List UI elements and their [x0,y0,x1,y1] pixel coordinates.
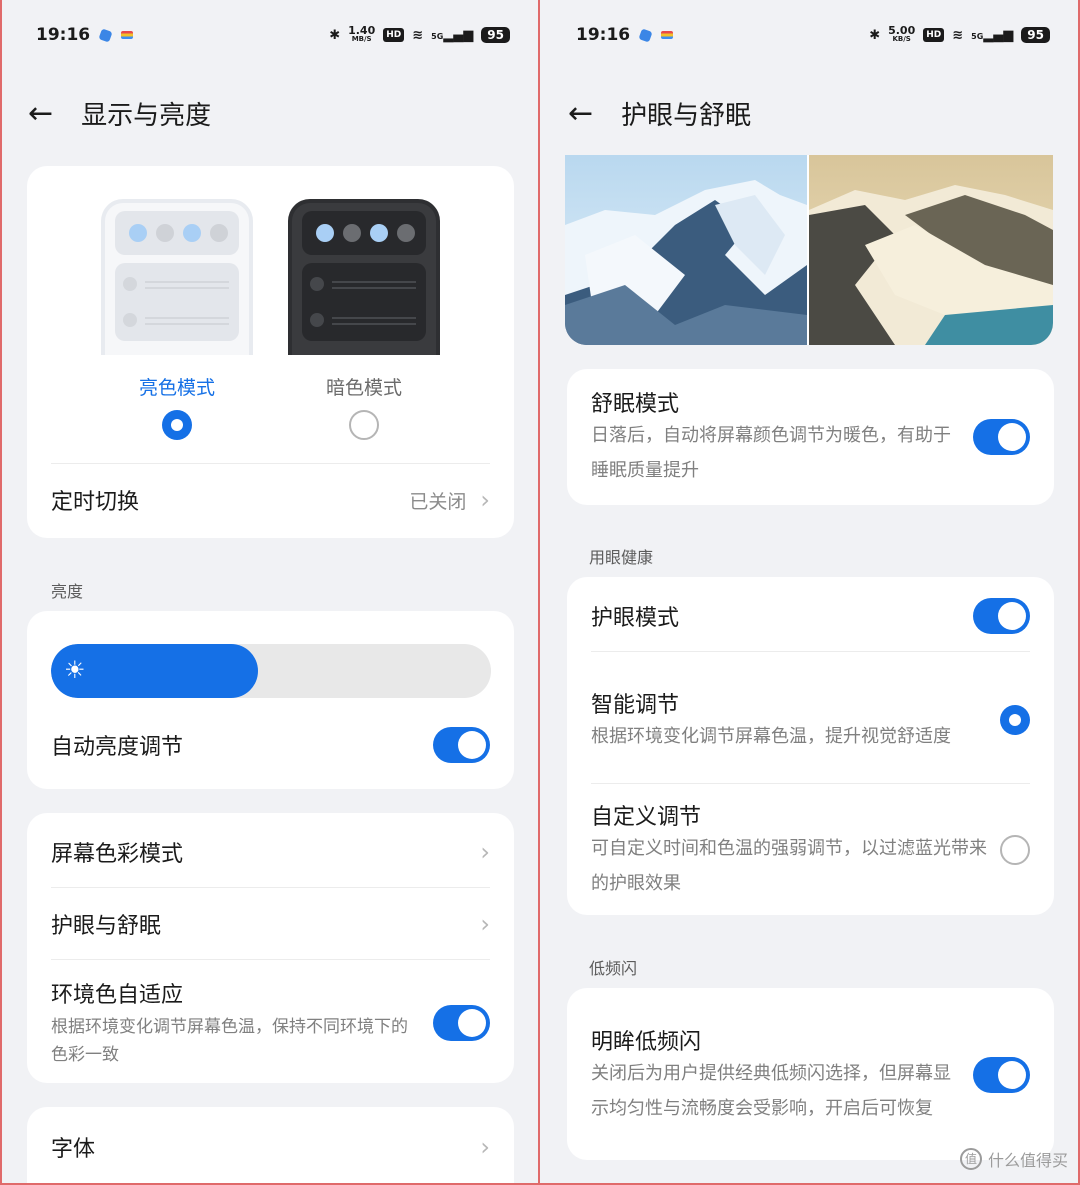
app-notification-icon [98,27,113,43]
frame-divider [538,0,540,1185]
display-brightness-screen: 19:16 ✱ 1.40MB/S HD ≋ 5G▂▄▆ 95 ← 显示与亮度 [0,0,540,1185]
flicker-card: 明眸低频闪 关闭后为用户提供经典低频闪选择，但屏幕显示均匀性与流畅度会受影响，开… [567,988,1054,1160]
signal-icon: 5G▂▄▆ [431,27,474,43]
color-temperature-preview-image [565,155,1053,345]
ambient-color-toggle[interactable] [433,1005,490,1041]
auto-brightness-sun-icon: ☀ [64,656,86,684]
net-speed: 1.40 MB/S [348,24,376,43]
light-mode-radio[interactable] [162,410,192,440]
theme-card: 亮色模式 暗色模式 定时切换 已关闭 › [27,166,514,538]
wifi-icon: ≋ [952,27,964,43]
battery-icon: 95 [1021,27,1050,43]
net-speed: 5.00 KB/S [888,24,916,43]
ambient-color-row: 环境色自适应 根据环境变化调节屏幕色温，保持不同环境下的色彩一致 [51,973,490,1073]
dark-mode-preview[interactable] [288,199,440,355]
app-notification-icon-2 [121,31,134,39]
dark-mode-label: 暗色模式 [325,377,402,399]
status-time: 19:16 [36,25,91,45]
font-card: 字体 › [27,1107,514,1185]
eye-health-card: 护眼模式 智能调节 根据环境变化调节屏幕色温，提升视觉舒适度 自定义调节 可自定… [567,577,1054,915]
watermark-text: 什么值得买 [987,1151,1068,1170]
screen-color-mode-label: 屏幕色彩模式 [51,842,184,867]
header: ← 护眼与舒眠 [568,95,751,132]
eye-comfort-screen: 19:16 ✱ 5.00KB/S HD ≋ 5G▂▄▆ 95 ← 护眼与舒眠 [540,0,1080,1185]
brightness-section-label: 亮度 [51,582,84,601]
sleep-mode-title: 舒眠模式 [591,392,680,417]
light-mode-label: 亮色模式 [138,377,215,399]
app-notification-icon-2 [661,31,674,39]
smart-adjust-title: 智能调节 [591,692,680,718]
custom-adjust-row[interactable]: 自定义调节 可自定义时间和色温的强弱调节，以过滤蓝光带来的护眼效果 [591,795,1030,905]
eye-mode-toggle[interactable] [973,598,1030,634]
eye-mode-label: 护眼模式 [591,606,680,631]
ambient-color-desc: 根据环境变化调节屏幕色温，保持不同环境下的色彩一致 [51,1017,408,1065]
screen-color-mode-row[interactable]: 屏幕色彩模式 › [51,817,490,887]
sleep-mode-card: 舒眠模式 日落后，自动将屏幕颜色调节为暖色，有助于睡眠质量提升 [567,369,1054,505]
sleep-mode-desc: 日落后，自动将屏幕颜色调节为暖色，有助于睡眠质量提升 [591,425,951,481]
custom-adjust-desc: 可自定义时间和色温的强弱调节，以过滤蓝光带来的护眼效果 [591,838,987,894]
chevron-right-icon: › [480,1133,490,1161]
watermark-logo-icon: 值 [959,1148,982,1170]
scheduled-switch-label: 定时切换 [51,490,140,515]
smart-adjust-row[interactable]: 智能调节 根据环境变化调节屏幕色温，提升视觉舒适度 [591,665,1030,775]
bluetooth-icon: ✱ [329,27,341,43]
custom-adjust-title: 自定义调节 [591,805,702,830]
font-label: 字体 [51,1137,96,1162]
page-title: 显示与亮度 [81,101,212,131]
battery-icon: 95 [481,27,510,43]
bluetooth-icon: ✱ [869,27,881,43]
frame-left [0,0,2,1185]
sleep-mode-toggle[interactable] [973,419,1030,455]
display-menu-card: 屏幕色彩模式 › 护眼与舒眠 › 环境色自适应 根据环境变化调节屏幕色温，保持不… [27,813,514,1083]
status-time: 19:16 [576,25,631,45]
eye-comfort-label: 护眼与舒眠 [51,914,162,939]
custom-adjust-radio[interactable] [1000,835,1030,865]
back-arrow-icon[interactable]: ← [568,98,593,129]
font-row[interactable]: 字体 › [51,1111,490,1183]
watermark: 值 什么值得买 [959,1147,1068,1171]
signal-icon: 5G▂▄▆ [971,27,1014,43]
light-mode-preview[interactable] [101,199,253,355]
wifi-icon: ≋ [412,27,424,43]
flicker-section-label: 低频闪 [589,959,638,978]
low-flicker-row: 明眸低频闪 关闭后为用户提供经典低频闪选择，但屏幕显示均匀性与流畅度会受影响，开… [591,1004,1030,1146]
scheduled-switch-row[interactable]: 定时切换 已关闭 › [51,464,490,536]
status-bar: 19:16 ✱ 1.40 MB/S HD ≋ 5G▂▄▆ 95 [36,20,510,50]
page-title: 护眼与舒眠 [621,101,752,131]
ambient-color-title: 环境色自适应 [51,983,184,1008]
sleep-mode-row: 舒眠模式 日落后，自动将屏幕颜色调节为暖色，有助于睡眠质量提升 [591,385,1030,489]
auto-brightness-row: 自动亮度调节 [51,715,490,775]
eye-mode-row: 护眼模式 [591,581,1030,651]
header: ← 显示与亮度 [28,95,211,132]
smart-adjust-desc: 根据环境变化调节屏幕色温，提升视觉舒适度 [591,725,951,747]
brightness-slider[interactable]: ☀ [51,644,491,698]
chevron-right-icon: › [480,838,490,866]
app-notification-icon [638,27,653,43]
hd-icon: HD [923,28,945,42]
scheduled-switch-value: 已关闭 [409,490,467,513]
chevron-right-icon: › [480,486,490,514]
low-flicker-toggle[interactable] [973,1057,1030,1093]
auto-brightness-toggle[interactable] [433,727,490,763]
hd-icon: HD [383,28,405,42]
low-flicker-title: 明眸低频闪 [591,1030,702,1055]
chevron-right-icon: › [480,910,490,938]
low-flicker-desc: 关闭后为用户提供经典低频闪选择，但屏幕显示均匀性与流畅度会受影响，开启后可恢复 [591,1063,951,1119]
dark-mode-radio[interactable] [349,410,379,440]
auto-brightness-label: 自动亮度调节 [51,735,184,760]
smart-adjust-radio[interactable] [1000,705,1030,735]
back-arrow-icon[interactable]: ← [28,98,53,129]
status-bar: 19:16 ✱ 5.00 KB/S HD ≋ 5G▂▄▆ 95 [576,20,1050,50]
eye-comfort-row[interactable]: 护眼与舒眠 › [51,889,490,959]
eye-health-section-label: 用眼健康 [589,548,654,567]
brightness-card: ☀ 自动亮度调节 [27,611,514,789]
